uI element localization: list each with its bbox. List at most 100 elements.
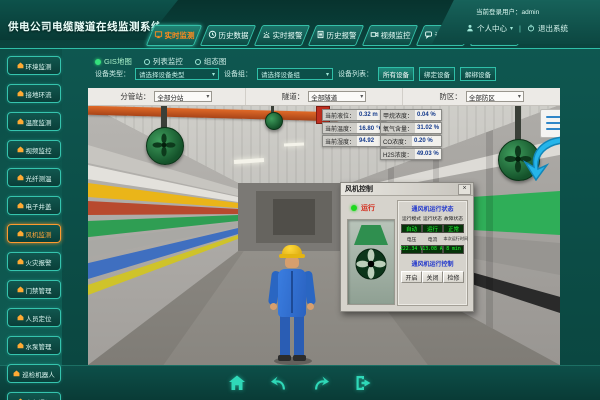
tunnel-fan-left[interactable] bbox=[144, 105, 184, 167]
fan-overhaul-button[interactable]: 检修 bbox=[443, 271, 464, 283]
run-status-text: 运行 bbox=[361, 203, 375, 213]
dialog-titlebar[interactable]: 风机控制 × bbox=[341, 183, 473, 196]
reading-water-level: 当前液位： 0.32 m bbox=[322, 109, 386, 121]
chevron-down-icon: ▾ bbox=[360, 93, 363, 100]
reading-oxygen: 氧气含量： 31.02 % bbox=[380, 122, 442, 134]
forward-icon[interactable] bbox=[309, 371, 333, 395]
filter-bar: 分管站： 全部分站 ▾ 隧道： 全部隧道 ▾ 防区： 全部防区 ▾ bbox=[88, 88, 560, 106]
all-devices-button[interactable]: 所有设备 bbox=[378, 67, 414, 81]
fault-state-value: 正常 bbox=[443, 224, 464, 233]
voltage-label: 电压 bbox=[402, 236, 422, 243]
reading-methane: 甲烷浓度： 0.04 % bbox=[380, 109, 442, 121]
close-icon[interactable]: × bbox=[458, 184, 471, 195]
reading-h2s: H2S浓度： 49.03 % bbox=[380, 148, 442, 160]
home-icon[interactable] bbox=[225, 371, 249, 395]
fan-stop-button[interactable]: 关闭 bbox=[422, 271, 443, 283]
station-label: 分管站： bbox=[120, 91, 150, 102]
tab-realtime-monitor[interactable]: 实时监测 bbox=[146, 25, 202, 46]
sidebar-item-video-monitor[interactable]: 视频监控 bbox=[7, 140, 61, 159]
zone-label: 防区： bbox=[439, 91, 462, 102]
sidebar: 环境监测 接地环流 温度监测 视频监控 光纤测温 电子井盖 风机监测 火灾报警 … bbox=[7, 56, 61, 400]
realtime-monitor-icon bbox=[154, 30, 163, 41]
radio-scada-view[interactable]: 组态图 bbox=[195, 56, 227, 67]
blue-arrow-sign bbox=[521, 133, 560, 186]
run-state-label: 运行状态 bbox=[423, 215, 443, 222]
house-icon bbox=[17, 118, 24, 125]
current-user-label: 当前登录用户：admin bbox=[476, 6, 592, 16]
house-icon bbox=[17, 342, 24, 349]
tab-label: 历史报警 bbox=[327, 30, 357, 41]
unbind-device-button[interactable]: 解绑设备 bbox=[460, 67, 496, 81]
control-heading: 通风机运行控制 bbox=[400, 259, 465, 268]
sidebar-item-emergency-comm[interactable]: 应急通讯 bbox=[7, 392, 61, 400]
sidebar-item-manhole-cover[interactable]: 电子井盖 bbox=[7, 196, 61, 215]
reading-co: CO浓度： 0.20 % bbox=[380, 135, 442, 147]
station-select[interactable]: 全部分站 ▾ bbox=[154, 91, 212, 102]
voltage-value: 222.34 V bbox=[401, 245, 422, 254]
device-type-select[interactable]: 请选择设备类型 ▾ bbox=[135, 68, 219, 80]
house-icon bbox=[13, 370, 20, 377]
chevron-down-icon: ▾ bbox=[510, 25, 513, 32]
tunnel-fan-center[interactable] bbox=[264, 105, 282, 131]
sidebar-item-fire-alarm[interactable]: 火灾报警 bbox=[7, 252, 61, 271]
house-icon bbox=[17, 90, 24, 97]
fault-state-label: 故障状态 bbox=[444, 215, 464, 222]
tab-history-alarm[interactable]: 历史报警 bbox=[308, 25, 364, 46]
house-icon bbox=[17, 174, 24, 181]
tab-video-monitor[interactable]: 视频监控 bbox=[362, 25, 418, 46]
current-value: 13.08 A bbox=[422, 245, 443, 254]
sidebar-item-access-control[interactable]: 门禁管理 bbox=[7, 280, 61, 299]
tunnel-select[interactable]: 全部隧道 ▾ bbox=[308, 91, 366, 102]
sidebar-item-ground-current[interactable]: 接地环流 bbox=[7, 84, 61, 103]
history-alarm-icon bbox=[316, 30, 325, 41]
power-icon bbox=[527, 24, 535, 34]
logout-link[interactable]: 退出系统 bbox=[538, 23, 568, 34]
run-mode-label: 运行模式 bbox=[402, 215, 422, 222]
tab-history-data[interactable]: 历史数据 bbox=[200, 25, 256, 46]
sidebar-item-fiber-temp[interactable]: 光纤测温 bbox=[7, 168, 61, 187]
tab-realtime-alarm[interactable]: 实时报警 bbox=[254, 25, 310, 46]
sidebar-item-pump-manage[interactable]: 水泵管理 bbox=[7, 336, 61, 355]
radio-list-monitor[interactable]: 列表监控 bbox=[144, 56, 183, 67]
tab-label: 实时报警 bbox=[273, 30, 303, 41]
tunnel-depth-2 bbox=[273, 199, 315, 235]
device-group-select[interactable]: 请选择设备组 ▾ bbox=[257, 68, 333, 80]
house-icon bbox=[17, 286, 24, 293]
tunnel-worker bbox=[268, 245, 318, 365]
sidebar-item-env-monitor[interactable]: 环境监测 bbox=[7, 56, 61, 75]
fan-duct bbox=[354, 225, 388, 245]
fan-blades-icon bbox=[152, 133, 176, 157]
tunnel-label: 隧道： bbox=[282, 91, 305, 102]
profile-link[interactable]: 个人中心 bbox=[477, 23, 507, 34]
device-manage-icon bbox=[424, 30, 433, 41]
sidebar-item-personnel-location[interactable]: 人员定位 bbox=[7, 308, 61, 327]
house-icon bbox=[17, 230, 24, 237]
sidebar-item-fan-monitor[interactable]: 风机监测 bbox=[7, 224, 61, 243]
device-toolbar: 设备类型： 请选择设备类型 ▾ 设备组： 请选择设备组 ▾ 设备列表： 所有设备… bbox=[95, 67, 496, 81]
fan-control-dialog: 风机控制 × 运行 通风机运行状态 运行模式 运行状态 bbox=[340, 182, 474, 312]
sidebar-item-inspection-robot[interactable]: 巡检机器人 bbox=[7, 364, 61, 383]
bind-device-button[interactable]: 绑定设备 bbox=[419, 67, 455, 81]
realtime-alarm-icon bbox=[262, 30, 271, 41]
divider: | bbox=[519, 24, 521, 33]
fan-illustration bbox=[347, 219, 395, 305]
house-icon bbox=[17, 258, 24, 265]
video-monitor-icon bbox=[370, 30, 379, 41]
env-readings-right: 甲烷浓度： 0.04 % 氧气含量： 31.02 % CO浓度： 0.20 % … bbox=[380, 109, 442, 160]
back-icon[interactable] bbox=[267, 371, 291, 395]
reading-temperature: 当前温度： 16.80 ℃ bbox=[322, 122, 386, 134]
exit-icon[interactable] bbox=[351, 371, 375, 395]
fan-start-button[interactable]: 开启 bbox=[401, 271, 422, 283]
radio-gis-map[interactable]: GIS地图 bbox=[95, 56, 132, 67]
zone-select[interactable]: 全部防区 ▾ bbox=[466, 91, 524, 102]
device-type-label: 设备类型： bbox=[95, 69, 130, 79]
house-icon bbox=[17, 202, 24, 209]
tab-label: 实时监测 bbox=[165, 30, 195, 41]
radio-dot bbox=[195, 59, 201, 65]
user-panel: 当前登录用户：admin 个人中心 ▾ | 退出系统 bbox=[432, 0, 600, 44]
house-icon bbox=[17, 62, 24, 69]
sidebar-item-temp-monitor[interactable]: 温度监测 bbox=[7, 112, 61, 131]
current-label: 电流 bbox=[423, 236, 443, 243]
person-icon bbox=[466, 24, 474, 34]
chevron-down-icon: ▾ bbox=[326, 71, 329, 78]
